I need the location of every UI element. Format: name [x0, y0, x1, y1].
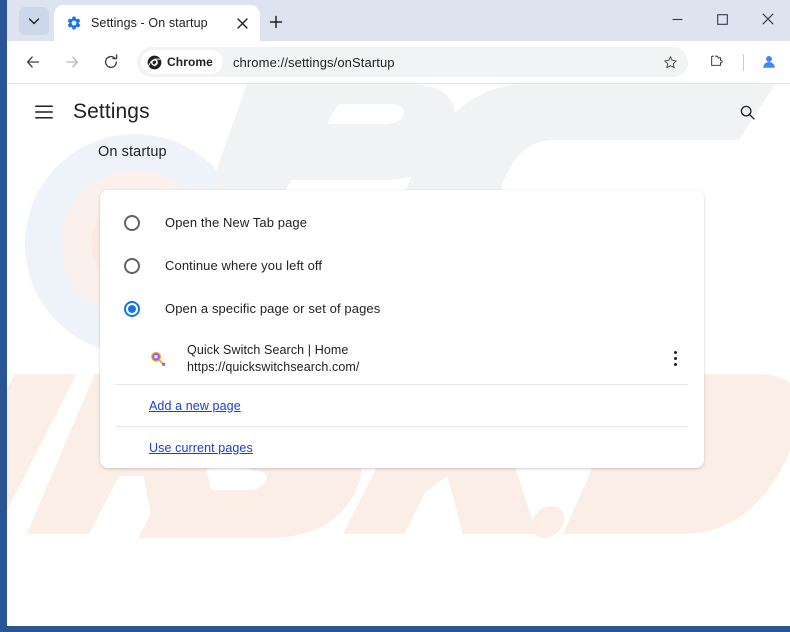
radio-option-continue-where-left-off[interactable]: Continue where you left off [100, 244, 704, 287]
radio-indicator[interactable] [124, 257, 140, 274]
extensions-button[interactable] [702, 47, 732, 77]
reload-icon [104, 54, 118, 68]
page-title: Settings [73, 100, 150, 123]
arrow-left-icon [26, 56, 40, 68]
tab-strip: Settings - On startup [7, 0, 790, 41]
magnifier-favicon [151, 351, 166, 366]
address-bar[interactable]: Chrome chrome://settings/onStartup [137, 47, 688, 77]
tab-settings[interactable]: Settings - On startup [54, 5, 260, 41]
startup-page-title: Quick Switch Search | Home [187, 342, 349, 357]
use-current-pages-link[interactable]: Use current pages [149, 441, 253, 455]
toolbar-divider [743, 53, 744, 71]
browser-toolbar: Chrome chrome://settings/onStartup [7, 41, 790, 84]
arrow-right-icon [65, 56, 79, 68]
omnibox-url-text: chrome://settings/onStartup [232, 54, 395, 70]
hamburger-icon [35, 105, 53, 119]
star-icon [663, 55, 677, 68]
gear-icon [67, 16, 81, 30]
profile-avatar-button[interactable] [754, 47, 784, 77]
window-minimize-button[interactable] [655, 0, 700, 38]
settings-page: Settings On startup Open the New Tab pag… [7, 84, 790, 626]
chrome-logo-icon [147, 55, 162, 69]
radio-indicator[interactable] [124, 214, 140, 231]
radio-label: Continue where you left off [165, 258, 323, 273]
browser-window-content: Settings - On startup Chrome chrome://se… [7, 0, 790, 626]
startup-page-text: Quick Switch Search | Home https://quick… [187, 343, 662, 374]
startup-page-more-button[interactable] [662, 345, 688, 371]
close-icon [761, 13, 774, 25]
settings-header: Settings [7, 84, 790, 140]
add-new-page-row[interactable]: Add a new page [100, 385, 704, 426]
settings-search-button[interactable] [732, 97, 762, 127]
add-new-page-link[interactable]: Add a new page [149, 399, 241, 413]
omnibox-chrome-chip: Chrome [141, 50, 223, 74]
person-icon [763, 55, 775, 68]
plus-icon [269, 15, 283, 29]
search-icon [740, 105, 755, 120]
puzzle-piece-icon [710, 55, 723, 66]
use-current-pages-row[interactable]: Use current pages [100, 427, 704, 468]
tab-title: Settings - On startup [91, 16, 208, 30]
radio-label: Open the New Tab page [165, 215, 308, 230]
radio-indicator-selected[interactable] [124, 300, 140, 317]
maximize-icon [717, 13, 728, 25]
tab-close-button[interactable] [231, 12, 253, 34]
forward-button[interactable] [57, 47, 87, 77]
window-controls [655, 0, 790, 41]
on-startup-card: Open the New Tab page Continue where you… [100, 190, 704, 468]
omnibox-chip-label: Chrome [167, 55, 213, 69]
radio-option-specific-pages[interactable]: Open a specific page or set of pages [100, 287, 704, 330]
close-icon [236, 17, 248, 29]
window-close-button[interactable] [745, 0, 790, 38]
window-maximize-button[interactable] [700, 0, 745, 38]
reload-button[interactable] [96, 47, 126, 77]
minimize-icon [672, 18, 683, 20]
startup-page-row: Quick Switch Search | Home https://quick… [100, 332, 704, 384]
dot [673, 356, 677, 360]
radio-option-new-tab-page[interactable]: Open the New Tab page [100, 201, 704, 244]
chevron-down-icon [28, 18, 40, 25]
browser-window: Settings - On startup Chrome chrome://se… [0, 0, 790, 632]
new-tab-button[interactable] [263, 9, 289, 35]
section-heading: On startup [98, 144, 167, 160]
back-button[interactable] [18, 47, 48, 77]
dot [673, 362, 677, 366]
bookmark-button[interactable] [658, 50, 682, 74]
tab-search-button[interactable] [19, 7, 49, 35]
radio-label: Open a specific page or set of pages [165, 301, 381, 316]
startup-page-url: https://quickswitchsearch.com/ [187, 359, 360, 374]
main-menu-button[interactable] [29, 97, 59, 127]
dot [673, 350, 677, 354]
